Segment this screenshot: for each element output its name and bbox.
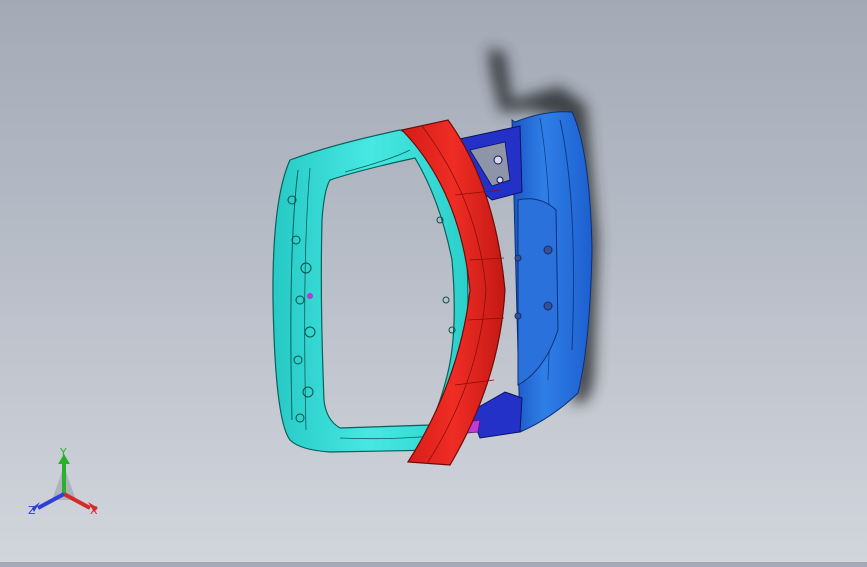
z-axis-label: Z (28, 504, 36, 517)
x-axis-arrow (63, 492, 91, 510)
purple-marker (307, 293, 313, 299)
orientation-triad[interactable]: Y X Z (24, 446, 108, 528)
cad-model[interactable] (0, 0, 867, 562)
door-outer-panel[interactable] (511, 111, 593, 433)
z-axis-arrow (37, 492, 65, 510)
graphics-viewport[interactable] (0, 0, 867, 562)
y-axis-label: Y (60, 446, 67, 459)
x-axis-label: X (90, 504, 98, 517)
